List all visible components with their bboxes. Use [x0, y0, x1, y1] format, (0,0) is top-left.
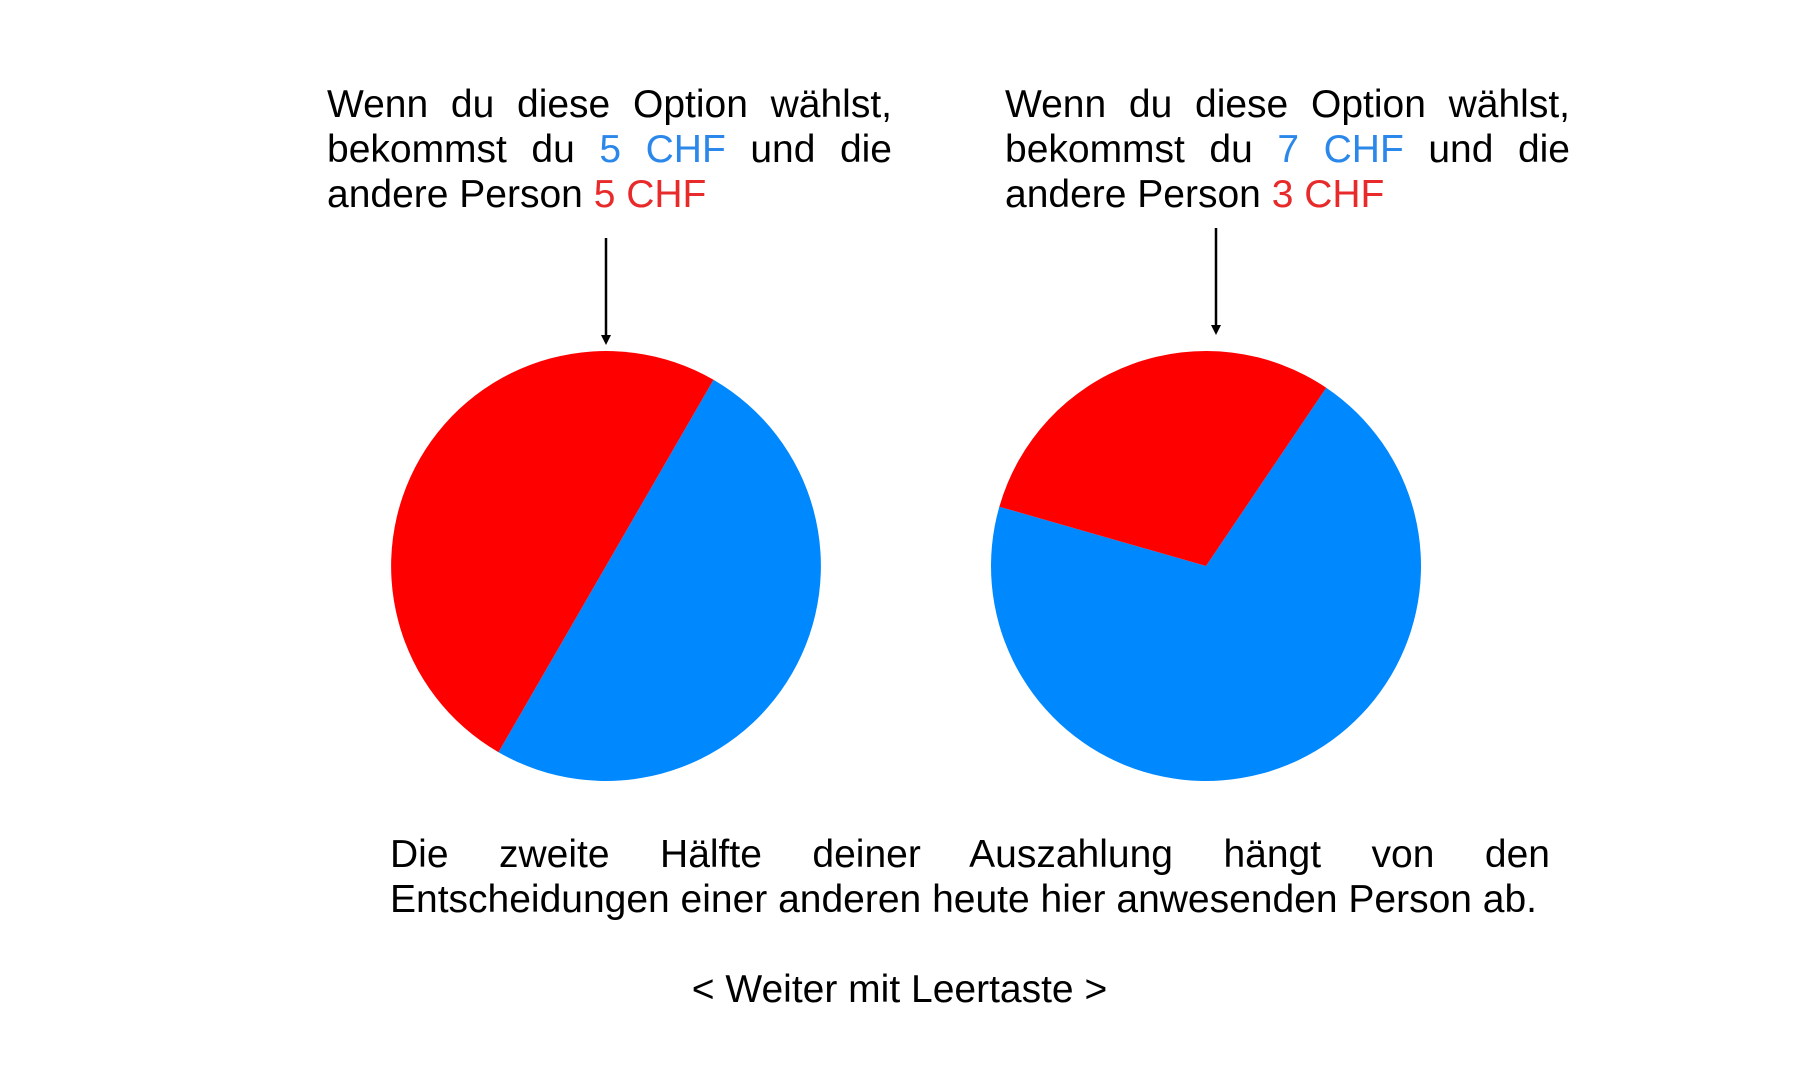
continue-hint: < Weiter mit Leertaste >: [691, 968, 1108, 1011]
option-2-pie-chart[interactable]: [991, 351, 1422, 782]
option-1-pie-chart[interactable]: [391, 351, 821, 781]
payout-explanation: Die zweite Hälfte deiner Auszahlung häng…: [390, 833, 1550, 921]
